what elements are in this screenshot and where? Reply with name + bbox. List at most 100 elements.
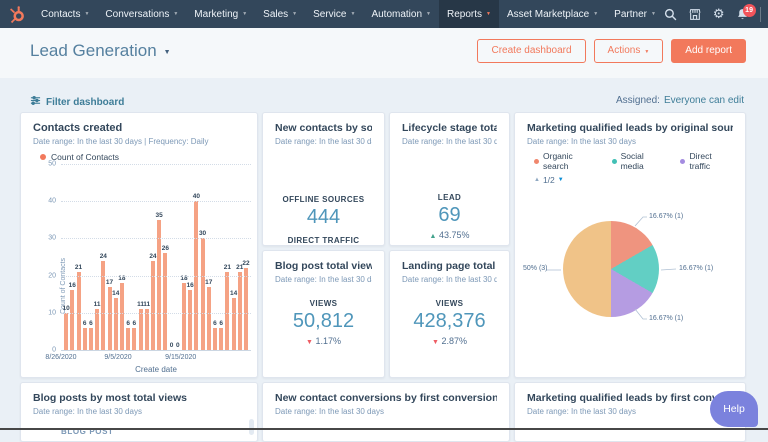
card-new-contacts-by-source: New contacts by source Date range: In th… (262, 112, 385, 246)
chevron-down-icon: ▼ (242, 11, 248, 17)
assigned-row: Assigned: Everyone can edit (616, 95, 744, 106)
nav-divider (759, 6, 761, 22)
card-contacts-created: Contacts created Date range: In the last… (20, 112, 258, 378)
pie-slice-label: 16.67% (1) (679, 265, 714, 272)
card-meta: Date range: In the last 30 days (402, 275, 497, 284)
card-meta: Date range: In the last 30 days (275, 137, 372, 146)
nav-item-automation[interactable]: Automation ▼ (363, 0, 439, 28)
y-tick: 30 (48, 234, 56, 242)
card-title: Contacts created (33, 122, 123, 134)
contacts-created-bar-chart[interactable]: Count of Contacts Create date 8/26/2020 … (45, 161, 251, 374)
card-new-contact-conversions: New contact conversions by first convers… (262, 382, 510, 442)
card-blog-posts-by-views: Blog posts by most total views Date rang… (20, 382, 258, 442)
card-title: Blog posts by most total views (33, 392, 188, 404)
card-scrollbar[interactable] (249, 419, 254, 435)
card-title: Blog post total views a... (275, 260, 372, 272)
chevron-down-icon: ▼ (350, 11, 356, 17)
card-title: Marketing qualified leads by first conve… (527, 392, 733, 404)
x-tick: 9/15/2020 (165, 354, 197, 361)
x-tick: 9/5/2020 (104, 354, 132, 361)
metric-delta: ▲ 43.75% (429, 230, 470, 240)
actions-button[interactable]: Actions ▼ (593, 39, 664, 63)
create-dashboard-button[interactable]: Create dashboard (477, 39, 586, 63)
gridline (61, 312, 251, 314)
chevron-down-icon: ▼ (486, 11, 491, 17)
card-mql-by-original-source: Marketing qualified leads by original so… (514, 112, 746, 378)
x-axis-title: Create date (135, 365, 177, 374)
card-meta: Date range: In the last 30 days (275, 275, 372, 284)
nav-item-contacts[interactable]: Contacts ▼ (33, 0, 97, 28)
y-tick: 40 (48, 197, 56, 205)
nav-item-partner[interactable]: Partner ▼ (606, 0, 664, 28)
nav-item-service[interactable]: Service ▼ (305, 0, 363, 28)
chevron-down-icon: ▼ (292, 11, 298, 17)
bar-value-label: 6 (126, 319, 130, 327)
page-title: Lead Generation (30, 41, 157, 60)
bar[interactable]: 22 (242, 164, 250, 350)
title-chevron-down-icon: ▼ (163, 49, 171, 56)
nav-item-conversations[interactable]: Conversations ▼ (97, 0, 186, 28)
metric-label: DIRECT TRAFFIC (287, 236, 360, 245)
nav-item-reports[interactable]: Reports ▼ (438, 0, 499, 28)
help-button[interactable]: Help (710, 391, 758, 427)
bar-value-label: 22 (242, 260, 250, 268)
card-lifecycle-stage-totals: Lifecycle stage totals Date range: In th… (389, 112, 510, 246)
bar-value-label: 6 (219, 319, 223, 327)
chevron-down-icon: ▼ (593, 11, 599, 17)
settings-gear-icon[interactable]: ⚙ (713, 8, 725, 21)
card-blog-post-total-views: Blog post total views a... Date range: I… (262, 250, 385, 378)
marketplace-icon[interactable] (688, 8, 702, 21)
gridline (61, 275, 251, 277)
notifications-bell-icon[interactable]: 19 (736, 3, 756, 21)
pie-slice-label: 16.67% (1) (649, 315, 684, 322)
assigned-label: Assigned: (616, 95, 660, 106)
bar-legend: Count of Contacts (40, 152, 245, 162)
pie-slice-label: 50% (3) (523, 265, 548, 272)
bar-value-label: 6 (213, 319, 217, 327)
metric-value[interactable]: 444 (263, 206, 384, 229)
nav-item-asset-marketplace[interactable]: Asset Marketplace ▼ (499, 0, 606, 28)
dashboard-title-selector[interactable]: Lead Generation ▼ (30, 41, 171, 61)
hubspot-logo-icon[interactable] (0, 0, 33, 28)
filter-sliders-icon (30, 95, 41, 109)
metric-value[interactable]: 69 (390, 204, 509, 227)
card-meta: Date range: In the last 30 days | Freque… (33, 137, 209, 146)
metric-value[interactable]: 428,376 (390, 310, 509, 333)
metric-label: VIEWS (435, 299, 464, 308)
bar-value-label: 0 (169, 342, 174, 349)
filter-dashboard-link[interactable]: Filter dashboard (30, 95, 124, 109)
bar-value-label: 0 (175, 342, 180, 349)
chevron-down-icon: ▼ (84, 11, 90, 17)
x-tick: 8/26/2020 (45, 354, 77, 361)
notification-count-badge: 19 (742, 3, 756, 17)
pie-leader-lines (546, 216, 677, 320)
metric-delta: ▼ 1.17% (306, 336, 341, 346)
add-report-button[interactable]: Add report (671, 39, 746, 63)
metric-label: VIEWS (309, 299, 338, 308)
gridline (61, 350, 251, 351)
y-tick: 20 (48, 272, 56, 280)
search-icon[interactable] (664, 8, 677, 21)
card-meta: Date range: In the last 30 days (527, 407, 636, 416)
pie-slice-label: 16.67% (1) (649, 213, 684, 220)
gridline (61, 164, 251, 165)
gridline (61, 238, 251, 240)
nav-item-sales[interactable]: Sales ▼ (255, 0, 305, 28)
legend-dot-icon (40, 154, 46, 160)
card-title: Landing page total vie... (402, 260, 497, 272)
dashboard-header: Lead Generation ▼ Create dashboard Actio… (0, 28, 768, 78)
metric-delta: ▼ 2.87% (432, 336, 467, 346)
screen-bottom-divider (0, 428, 768, 430)
y-tick: 0 (52, 346, 56, 354)
card-title: Lifecycle stage totals (402, 122, 497, 134)
assigned-value-link[interactable]: Everyone can edit (664, 95, 744, 106)
metric-label: LEAD (437, 193, 462, 202)
actions-chevron-down-icon: ▼ (644, 49, 650, 55)
metric-label: OFFLINE SOURCES (282, 195, 365, 204)
metric-value[interactable]: 50,812 (263, 310, 384, 333)
nav-item-marketing[interactable]: Marketing ▼ (186, 0, 255, 28)
card-meta: Date range: In the last 30 days (402, 137, 497, 146)
top-nav: Contacts ▼ Conversations ▼ Marketing ▼ Sales ▼ S… (0, 0, 768, 28)
nav-menu: Contacts ▼ Conversations ▼ Marketing ▼ Sales ▼ S… (33, 0, 664, 28)
y-tick: 10 (48, 309, 56, 317)
